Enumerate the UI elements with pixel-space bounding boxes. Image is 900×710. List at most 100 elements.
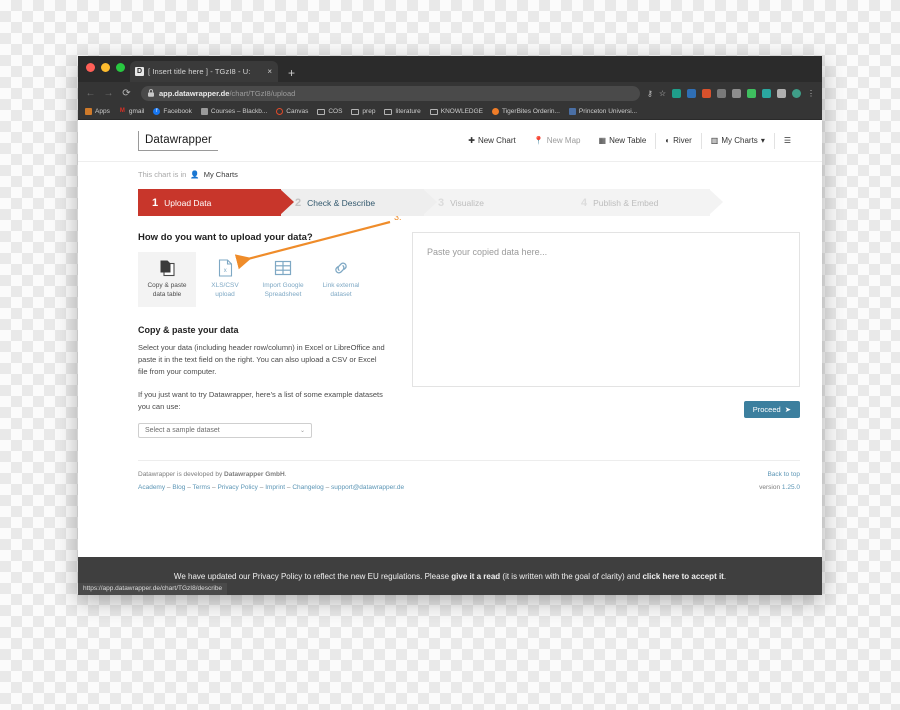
method-link-external-dataset[interactable]: Link external dataset: [312, 252, 370, 307]
footer-link-imprint[interactable]: Imprint: [265, 484, 285, 491]
step-label: Check & Describe: [307, 197, 376, 208]
bookmark-apps[interactable]: Apps: [85, 108, 110, 115]
link-separator: –: [166, 483, 171, 491]
nav-label: My Charts: [721, 136, 758, 145]
minimize-window-button[interactable]: [101, 63, 110, 72]
sample-dataset-select[interactable]: Select a sample dataset ⌄: [138, 423, 312, 439]
link-separator: –: [259, 483, 264, 491]
nav-new-map[interactable]: 📍 New Map: [525, 136, 590, 145]
new-tab-icon[interactable]: +: [288, 67, 295, 79]
privacy-read-link[interactable]: give it a read: [451, 572, 500, 581]
footer-link-support-email[interactable]: support@datawrapper.de: [331, 484, 404, 491]
lock-icon: [148, 89, 154, 97]
bookmark-gmail[interactable]: M gmail: [119, 108, 145, 115]
tigerbites-icon: [492, 108, 499, 115]
datawrapper-page: Datawrapper ✚ New Chart 📍 New Map ▦ New …: [78, 120, 822, 595]
share-ext-icon[interactable]: [732, 88, 741, 98]
datawrapper-logo[interactable]: Datawrapper: [138, 130, 218, 151]
close-window-button[interactable]: [86, 63, 95, 72]
method-xls-csv-upload[interactable]: x XLS/CSV upload: [196, 252, 254, 307]
step-visualize[interactable]: 3 Visualize: [424, 189, 580, 216]
bookmark-courses[interactable]: Courses – Blackb...: [200, 108, 267, 115]
mail-ext-icon[interactable]: [672, 88, 681, 98]
camera-ext-icon[interactable]: [717, 88, 726, 98]
nav-new-table[interactable]: ▦ New Table: [590, 136, 656, 145]
folder-icon: [429, 108, 438, 115]
reload-icon[interactable]: ⟳: [121, 88, 132, 99]
grid-ext-icon[interactable]: [702, 88, 711, 98]
nav-my-charts[interactable]: ▥ My Charts ▾: [702, 136, 774, 145]
tab-title: [ Insert title here ] - TGzI8 - U:: [148, 67, 251, 76]
nav-river[interactable]: ◐ River: [656, 136, 701, 145]
footer-link-blog[interactable]: Blog: [172, 484, 185, 491]
bookmark-cos[interactable]: COS: [317, 108, 342, 115]
translate-ext-icon[interactable]: [687, 88, 696, 98]
link-chain-icon: [314, 258, 368, 278]
privacy-text: We have updated our Privacy Policy to re…: [174, 572, 726, 581]
image-ext-icon[interactable]: [762, 88, 771, 98]
profile-avatar[interactable]: [792, 88, 801, 98]
method-label-line2: Spreadsheet: [264, 290, 302, 298]
browser-titlebar: D [ Insert title here ] - TGzI8 - U: × +: [78, 56, 822, 82]
forward-icon[interactable]: →: [103, 88, 114, 99]
breadcrumb-location[interactable]: My Charts: [204, 170, 238, 179]
step-publish-embed[interactable]: 4 Publish & Embed: [567, 189, 723, 216]
footer-link-terms[interactable]: Terms: [193, 484, 211, 491]
bookmark-princeton[interactable]: Princeton Universi...: [568, 108, 637, 115]
step-number: 3: [438, 196, 445, 209]
method-label-line1: Link external: [322, 282, 360, 289]
app-header: Datawrapper ✚ New Chart 📍 New Map ▦ New …: [78, 120, 822, 162]
app-footer: Datawrapper is developed by Datawrapper …: [138, 460, 800, 494]
bookmarks-bar: Apps M gmail f Facebook Courses – Blackb…: [78, 104, 822, 120]
close-tab-icon[interactable]: ×: [267, 67, 272, 76]
step-label: Visualize: [450, 197, 484, 208]
nav-new-chart[interactable]: ✚ New Chart: [459, 136, 525, 145]
star-icon[interactable]: ☆: [659, 89, 666, 98]
nav-hamburger[interactable]: ☰: [775, 136, 800, 145]
url-domain: app.datawrapper.de: [159, 88, 230, 98]
folder-icon: [351, 108, 360, 115]
bookmark-canvas[interactable]: Canvas: [276, 108, 308, 115]
maximize-window-button[interactable]: [116, 63, 125, 72]
step-check-describe[interactable]: 2 Check & Describe: [281, 189, 437, 216]
proceed-button[interactable]: Proceed ➤: [743, 401, 800, 418]
window-controls[interactable]: [86, 63, 125, 72]
nav-label: River: [673, 136, 692, 145]
method-label: XLS/CSV upload: [198, 282, 252, 300]
address-bar[interactable]: app.datawrapper.de/chart/TGzI8/upload: [141, 85, 640, 101]
folder-icon: [317, 108, 326, 115]
kebab-menu-icon[interactable]: ⋮: [807, 89, 815, 98]
browser-tab[interactable]: D [ Insert title here ] - TGzI8 - U: ×: [130, 61, 278, 82]
plus-ext-icon[interactable]: [747, 88, 756, 98]
bookmark-prep[interactable]: prep: [351, 108, 375, 115]
tab-strip: D [ Insert title here ] - TGzI8 - U: × +: [130, 56, 295, 82]
bookmark-facebook[interactable]: f Facebook: [153, 108, 192, 115]
back-to-top-link[interactable]: Back to top: [759, 469, 800, 481]
method-copy-paste[interactable]: Copy & paste data table: [138, 252, 196, 307]
privacy-part1: We have updated our Privacy Policy to re…: [173, 571, 452, 581]
method-label-line1: Import Google: [262, 282, 304, 289]
footer-link-privacy-policy[interactable]: Privacy Policy: [217, 484, 257, 491]
version-number: 1.25.0: [781, 483, 800, 491]
right-column: Paste your copied data here... Proceed ➤: [412, 232, 800, 438]
footer-link-academy[interactable]: Academy: [138, 484, 165, 491]
bookmark-tigerbites[interactable]: TigerBites Orderin...: [492, 108, 560, 115]
method-label-line1: Copy & paste: [147, 282, 187, 289]
privacy-accept-link[interactable]: click here to accept it: [642, 572, 723, 581]
footer-link-changelog[interactable]: Changelog: [292, 484, 323, 491]
arrow-right-icon: ➤: [784, 405, 791, 414]
credit-prefix: Datawrapper is developed by: [138, 471, 223, 479]
step-label: Upload Data: [164, 197, 212, 208]
bookmark-literature[interactable]: literature: [384, 108, 421, 115]
key-icon[interactable]: ⚷: [647, 89, 653, 98]
footer-links: Academy – Blog – Terms – Privacy Policy …: [138, 482, 404, 494]
bookmark-knowledge[interactable]: KNOWLEDGE: [429, 108, 483, 115]
back-icon[interactable]: ←: [85, 88, 96, 99]
method-import-google-spreadsheet[interactable]: Import Google Spreadsheet: [254, 252, 312, 307]
paragraph-1: Select your data (including header row/c…: [138, 342, 385, 377]
step-upload-data[interactable]: 1 Upload Data: [138, 189, 294, 216]
gmail-icon: M: [119, 108, 125, 114]
puzzle-ext-icon[interactable]: [777, 88, 786, 98]
bookmark-label: Facebook: [163, 108, 192, 115]
paste-data-textarea[interactable]: Paste your copied data here...: [412, 232, 800, 387]
